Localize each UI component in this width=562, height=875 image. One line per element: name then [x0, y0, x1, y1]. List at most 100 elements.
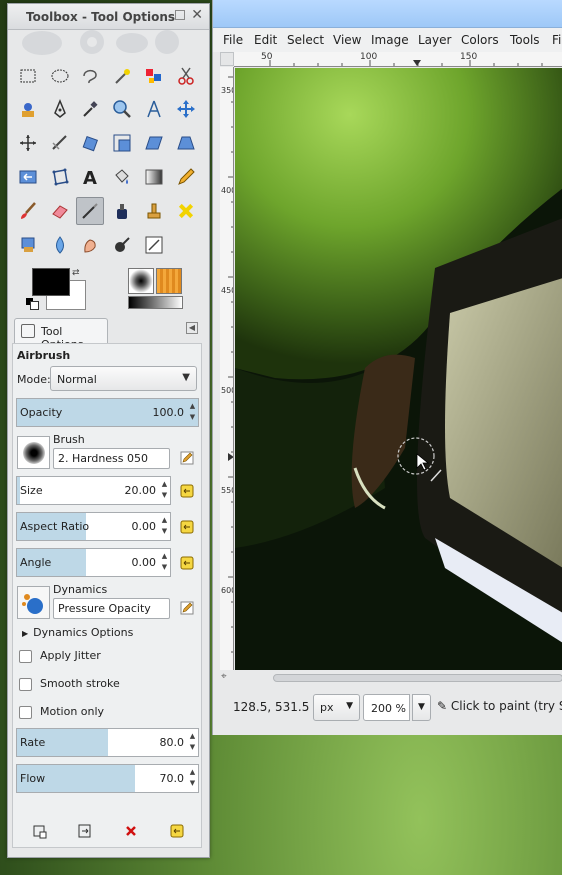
scale-tool-icon[interactable] — [108, 129, 136, 157]
perspective-clone-tool-icon[interactable] — [14, 231, 42, 259]
aspect-ratio-spin-icon[interactable]: ▲ ▼ — [160, 515, 169, 539]
scrollbar-thumb[interactable] — [273, 674, 562, 682]
close-icon[interactable]: ✕ — [191, 7, 203, 23]
menu-tools[interactable]: Tools — [510, 33, 540, 47]
rotate-tool-icon[interactable] — [76, 129, 104, 157]
unit-select[interactable]: px ▼ — [313, 694, 360, 721]
dynamics-name-field[interactable]: Pressure Opacity — [53, 598, 170, 619]
reset-aspect-ratio-icon[interactable] — [178, 518, 196, 536]
image-window-titlebar[interactable] — [213, 0, 562, 28]
edit-dynamics-icon[interactable] — [180, 601, 194, 615]
perspective-tool-icon[interactable] — [172, 129, 200, 157]
move-tool-icon[interactable] — [172, 95, 200, 123]
opacity-spin-icon[interactable]: ▲ ▼ — [188, 401, 197, 425]
flip-tool-icon[interactable] — [14, 163, 42, 191]
reset-options-icon[interactable] — [168, 822, 186, 840]
dynamics-options-expander[interactable]: ▶ Dynamics Options — [22, 626, 133, 639]
free-select-tool-icon[interactable] — [76, 62, 104, 90]
crop-tool-icon[interactable] — [46, 129, 74, 157]
paths-tool-icon[interactable] — [46, 95, 74, 123]
cage-transform-tool-icon[interactable] — [46, 163, 74, 191]
rate-slider[interactable]: Rate 80.0 ▲ ▼ — [16, 728, 199, 757]
text-tool-icon[interactable]: A — [76, 163, 104, 191]
zoom-dropdown-icon[interactable]: ▼ — [412, 694, 431, 721]
checkbox-box[interactable] — [19, 649, 32, 663]
ink-tool-icon[interactable] — [108, 197, 136, 225]
flow-value: 70.0 — [159, 772, 185, 785]
menu-select[interactable]: Select — [287, 33, 324, 47]
scissors-tool-icon[interactable] — [172, 62, 200, 90]
save-options-icon[interactable] — [31, 822, 49, 840]
motion-only-checkbox[interactable]: Motion only — [19, 705, 104, 719]
menu-edit[interactable]: Edit — [254, 33, 277, 47]
shear-tool-icon[interactable] — [140, 129, 168, 157]
menu-view[interactable]: View — [333, 33, 361, 47]
paintbrush-tool-icon[interactable] — [14, 197, 42, 225]
restore-options-icon[interactable] — [76, 822, 94, 840]
menu-file[interactable]: File — [223, 33, 243, 47]
apply-jitter-checkbox[interactable]: Apply Jitter — [19, 649, 101, 663]
reset-angle-icon[interactable] — [178, 554, 196, 572]
size-slider[interactable]: Size 20.00 ▲ ▼ — [16, 476, 171, 505]
active-pattern-preview[interactable] — [156, 268, 182, 294]
reset-size-icon[interactable] — [178, 482, 196, 500]
tab-menu-icon[interactable]: ◀ — [186, 322, 198, 334]
aspect-ratio-slider[interactable]: Aspect Ratio 0.00 ▲ ▼ — [16, 512, 171, 541]
rect-select-tool-icon[interactable] — [14, 62, 42, 90]
angle-slider[interactable]: Angle 0.00 ▲ ▼ — [16, 548, 171, 577]
tab-tool-options[interactable]: Tool Options — [14, 318, 108, 351]
foreground-select-tool-icon[interactable] — [14, 95, 42, 123]
ellipse-select-tool-icon[interactable] — [46, 62, 74, 90]
color-picker-tool-icon[interactable] — [76, 95, 104, 123]
gegl-tool-icon[interactable] — [140, 231, 168, 259]
clone-tool-icon[interactable] — [140, 197, 168, 225]
swap-colors-icon[interactable]: ⇄ — [72, 268, 80, 278]
active-gradient-preview[interactable] — [128, 296, 183, 309]
menu-layer[interactable]: Layer — [418, 33, 451, 47]
measure-tool-icon[interactable] — [140, 95, 168, 123]
rate-spin-icon[interactable]: ▲ ▼ — [188, 731, 197, 755]
horizontal-scrollbar[interactable]: ⌖ — [219, 671, 562, 685]
size-spin-icon[interactable]: ▲ ▼ — [160, 479, 169, 503]
angle-spin-icon[interactable]: ▲ ▼ — [160, 551, 169, 575]
blend-tool-icon[interactable] — [140, 163, 168, 191]
flow-spin-icon[interactable]: ▲ ▼ — [188, 767, 197, 791]
eraser-tool-icon[interactable] — [46, 197, 74, 225]
heal-tool-icon[interactable] — [172, 197, 200, 225]
menu-image[interactable]: Image — [371, 33, 409, 47]
active-brush-preview[interactable] — [128, 268, 154, 294]
foreground-color-swatch[interactable] — [32, 268, 70, 296]
mode-select[interactable]: Normal ▼ — [50, 366, 197, 391]
default-colors-icon[interactable] — [26, 298, 39, 310]
edit-brush-icon[interactable] — [180, 451, 194, 465]
aspect-ratio-label: Aspect Ratio — [20, 520, 90, 533]
blur-tool-icon[interactable] — [46, 231, 74, 259]
zoom-input[interactable]: 200 % — [363, 694, 410, 721]
brush-picker[interactable] — [17, 436, 50, 469]
brush-name-field[interactable]: 2. Hardness 050 — [53, 448, 170, 469]
bucket-fill-tool-icon[interactable] — [108, 163, 136, 191]
zoom-tool-icon[interactable] — [108, 95, 136, 123]
menu-colors[interactable]: Colors — [461, 33, 499, 47]
align-tool-icon[interactable] — [14, 129, 42, 157]
dynamics-picker[interactable] — [17, 586, 50, 619]
checkbox-box[interactable] — [19, 705, 32, 719]
opacity-slider[interactable]: Opacity 100.0 ▲ ▼ — [16, 398, 199, 427]
pencil-tool-icon[interactable] — [172, 163, 200, 191]
image-canvas[interactable] — [235, 68, 562, 670]
fuzzy-select-tool-icon[interactable] — [108, 62, 136, 90]
flow-slider[interactable]: Flow 70.0 ▲ ▼ — [16, 764, 199, 793]
svg-text:A: A — [83, 168, 97, 187]
quick-mask-corner-icon[interactable] — [220, 52, 234, 66]
smudge-tool-icon[interactable] — [76, 231, 104, 259]
select-by-color-tool-icon[interactable] — [140, 62, 168, 90]
toolbox-titlebar[interactable]: Toolbox - Tool Options ✕ — [8, 4, 209, 30]
delete-options-icon[interactable] — [122, 822, 140, 840]
airbrush-tool-icon[interactable] — [76, 197, 104, 225]
menu-filters[interactable]: Fil — [552, 33, 562, 47]
smooth-stroke-checkbox[interactable]: Smooth stroke — [19, 677, 120, 691]
maximize-icon[interactable] — [175, 10, 185, 20]
navigate-icon[interactable]: ⌖ — [221, 671, 227, 682]
dodge-burn-tool-icon[interactable] — [108, 231, 136, 259]
checkbox-box[interactable] — [19, 677, 32, 691]
